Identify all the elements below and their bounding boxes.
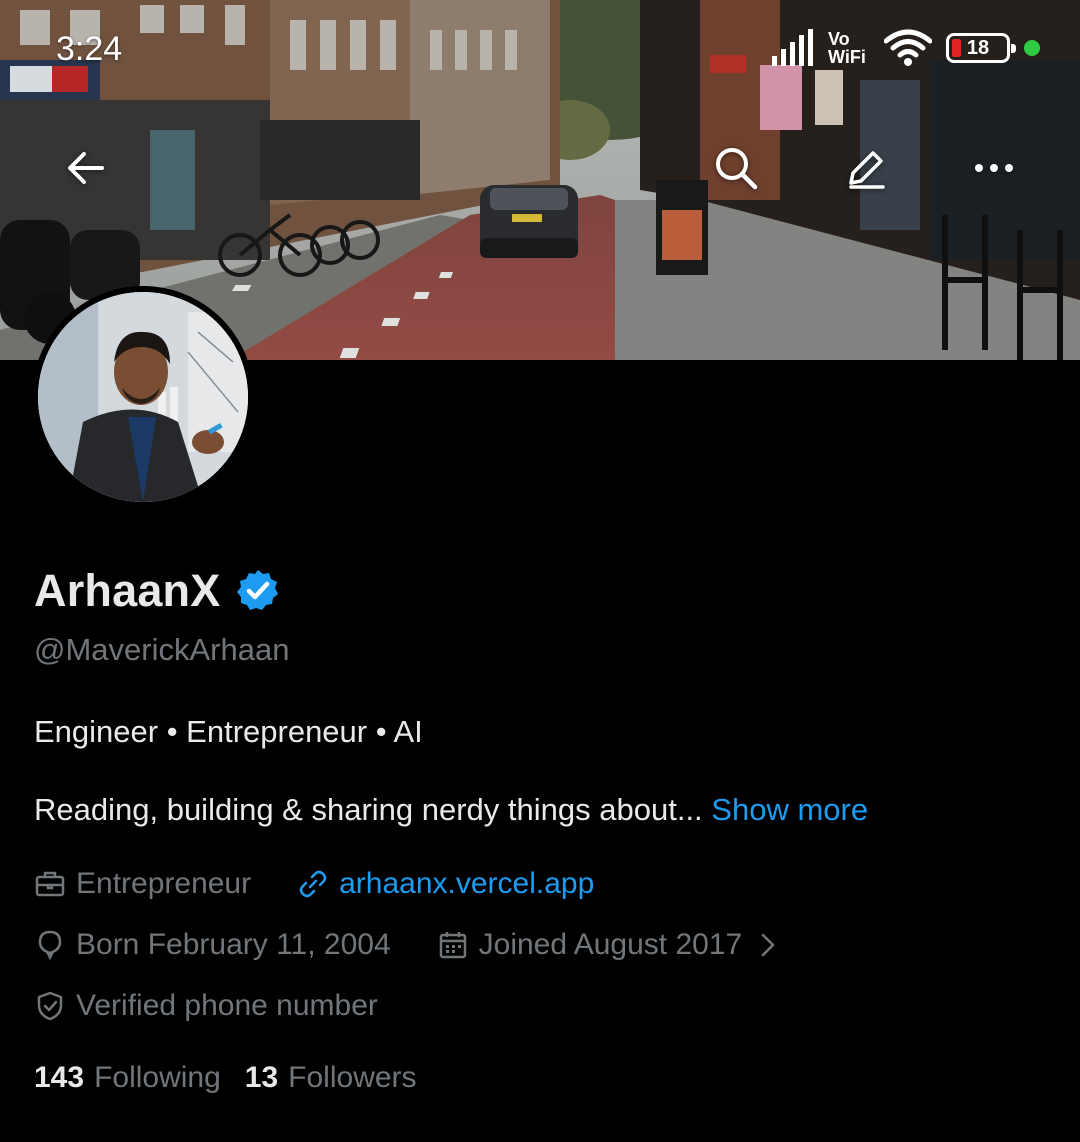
search-icon (716, 148, 758, 190)
battery-fill (952, 39, 961, 57)
meta-row-profession-website: Entrepreneur arhaanx.vercel.app (34, 864, 1046, 904)
shield-check-icon (37, 991, 63, 1021)
bio-text: Reading, building & sharing nerdy things… (34, 792, 1046, 828)
website-link[interactable]: arhaanx.vercel.app (339, 867, 594, 901)
battery-level: 18 (966, 36, 990, 59)
calendar-icon (439, 932, 466, 959)
bio-text-content: Reading, building & sharing nerdy things… (34, 792, 703, 827)
display-name: ArhaanX (34, 565, 221, 616)
bio-headline: Engineer • Entrepreneur • AI (34, 714, 423, 749)
website-item[interactable]: arhaanx.vercel.app (297, 867, 594, 901)
verified-phone-item: Verified phone number (34, 989, 378, 1023)
profile-avatar[interactable] (32, 286, 254, 508)
name-row: ArhaanX (34, 560, 1046, 622)
verified-badge-icon[interactable] (234, 567, 282, 615)
followers-label[interactable]: Followers (288, 1061, 416, 1095)
show-more-link[interactable]: Show more (711, 792, 868, 827)
cellular-signal-icon (772, 29, 813, 66)
meta-row-dates: Born February 11, 2004 Joined August 201… (34, 925, 1046, 965)
wifi-icon (884, 29, 932, 66)
balloon-icon (38, 930, 62, 961)
follow-stats: 143 Following 13 Followers (34, 1061, 1046, 1095)
battery-indicator: 18 (946, 33, 1016, 63)
back-button[interactable] (54, 136, 118, 200)
birthday-item: Born February 11, 2004 (34, 928, 391, 962)
profession-item: Entrepreneur (34, 867, 251, 901)
joined-item[interactable]: Joined August 2017 (437, 928, 785, 962)
vowifi-indicator: Vo WiFi (828, 30, 870, 66)
followers-count[interactable]: 13 (245, 1061, 278, 1095)
briefcase-icon (35, 871, 65, 897)
vowifi-label-top: Vo (828, 29, 850, 49)
following-count[interactable]: 143 (34, 1061, 84, 1095)
pencil-icon (849, 151, 885, 189)
status-bar: 3:24 Vo WiFi 18 (0, 0, 1080, 100)
more-options-button[interactable] (962, 136, 1026, 200)
status-time: 3:24 (56, 30, 123, 68)
profession-text: Entrepreneur (76, 867, 252, 900)
vowifi-label-bottom: WiFi (828, 47, 866, 67)
more-horizontal-icon (975, 164, 1013, 172)
following-label[interactable]: Following (94, 1061, 221, 1095)
avatar-image (38, 292, 248, 502)
birthday-text: Born February 11, 2004 (76, 928, 391, 961)
search-button[interactable] (704, 136, 768, 200)
joined-text: Joined August 2017 (478, 928, 743, 961)
user-handle: @MaverickArhaan (34, 632, 290, 667)
profile-info: ArhaanX @MaverickArhaan Engineer • Entre… (34, 560, 1046, 1095)
privacy-indicator-dot (1024, 40, 1040, 56)
meta-row-verified-phone: Verified phone number (34, 986, 1046, 1026)
arrow-left-icon (68, 152, 104, 184)
link-icon (299, 870, 327, 898)
chevron-right-icon (761, 933, 775, 957)
verified-phone-text: Verified phone number (76, 989, 378, 1022)
edit-button[interactable] (834, 136, 898, 200)
status-indicators: Vo WiFi 18 (770, 28, 1040, 68)
